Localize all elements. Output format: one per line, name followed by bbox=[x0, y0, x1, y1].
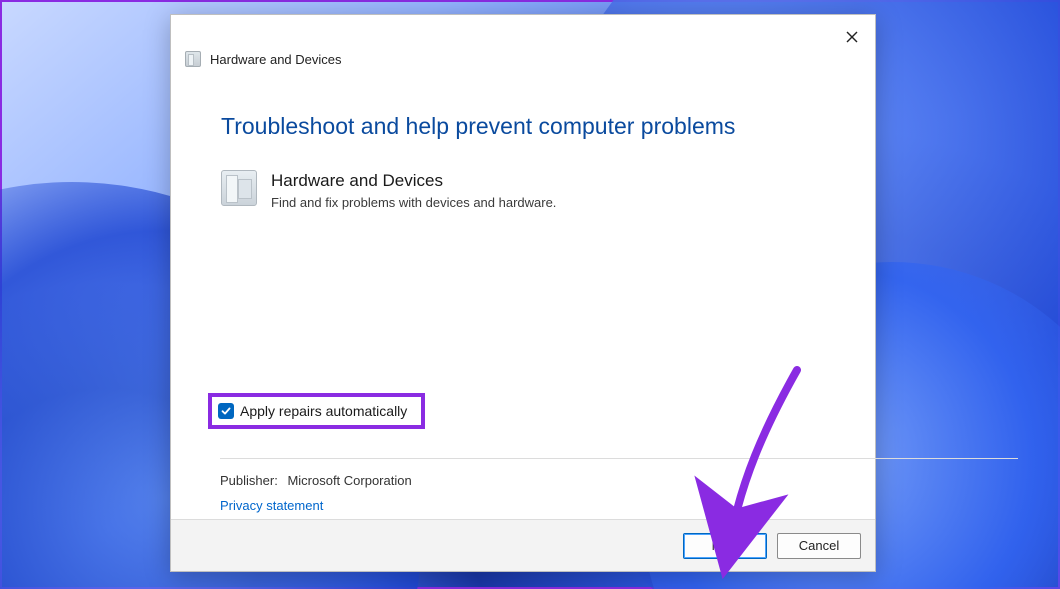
apply-repairs-checkbox-row[interactable]: Apply repairs automatically bbox=[208, 393, 425, 429]
cancel-button[interactable]: Cancel bbox=[777, 533, 861, 559]
item-description: Find and fix problems with devices and h… bbox=[271, 195, 556, 210]
hardware-devices-icon bbox=[185, 51, 201, 67]
apply-repairs-label: Apply repairs automatically bbox=[240, 403, 407, 419]
dialog-header: Hardware and Devices bbox=[171, 15, 875, 65]
publisher-section: Publisher: Microsoft Corporation Privacy… bbox=[220, 458, 1018, 513]
page-heading: Troubleshoot and help prevent computer p… bbox=[221, 113, 825, 140]
privacy-statement-link[interactable]: Privacy statement bbox=[220, 498, 323, 513]
apply-repairs-checkbox[interactable] bbox=[218, 403, 234, 419]
window-title: Hardware and Devices bbox=[210, 52, 342, 67]
troubleshooter-item: Hardware and Devices Find and fix proble… bbox=[221, 170, 825, 210]
close-button[interactable] bbox=[837, 23, 867, 51]
publisher-value: Microsoft Corporation bbox=[287, 473, 411, 488]
desktop-background: Hardware and Devices Troubleshoot and he… bbox=[0, 0, 1060, 589]
hardware-devices-icon bbox=[221, 170, 257, 206]
checkmark-icon bbox=[221, 406, 231, 416]
publisher-label: Publisher: bbox=[220, 473, 278, 488]
next-button[interactable]: Next bbox=[683, 533, 767, 559]
item-title: Hardware and Devices bbox=[271, 170, 556, 192]
dialog-body: Troubleshoot and help prevent computer p… bbox=[171, 65, 875, 519]
dialog-footer: Next Cancel bbox=[171, 519, 875, 571]
close-icon bbox=[846, 31, 858, 43]
